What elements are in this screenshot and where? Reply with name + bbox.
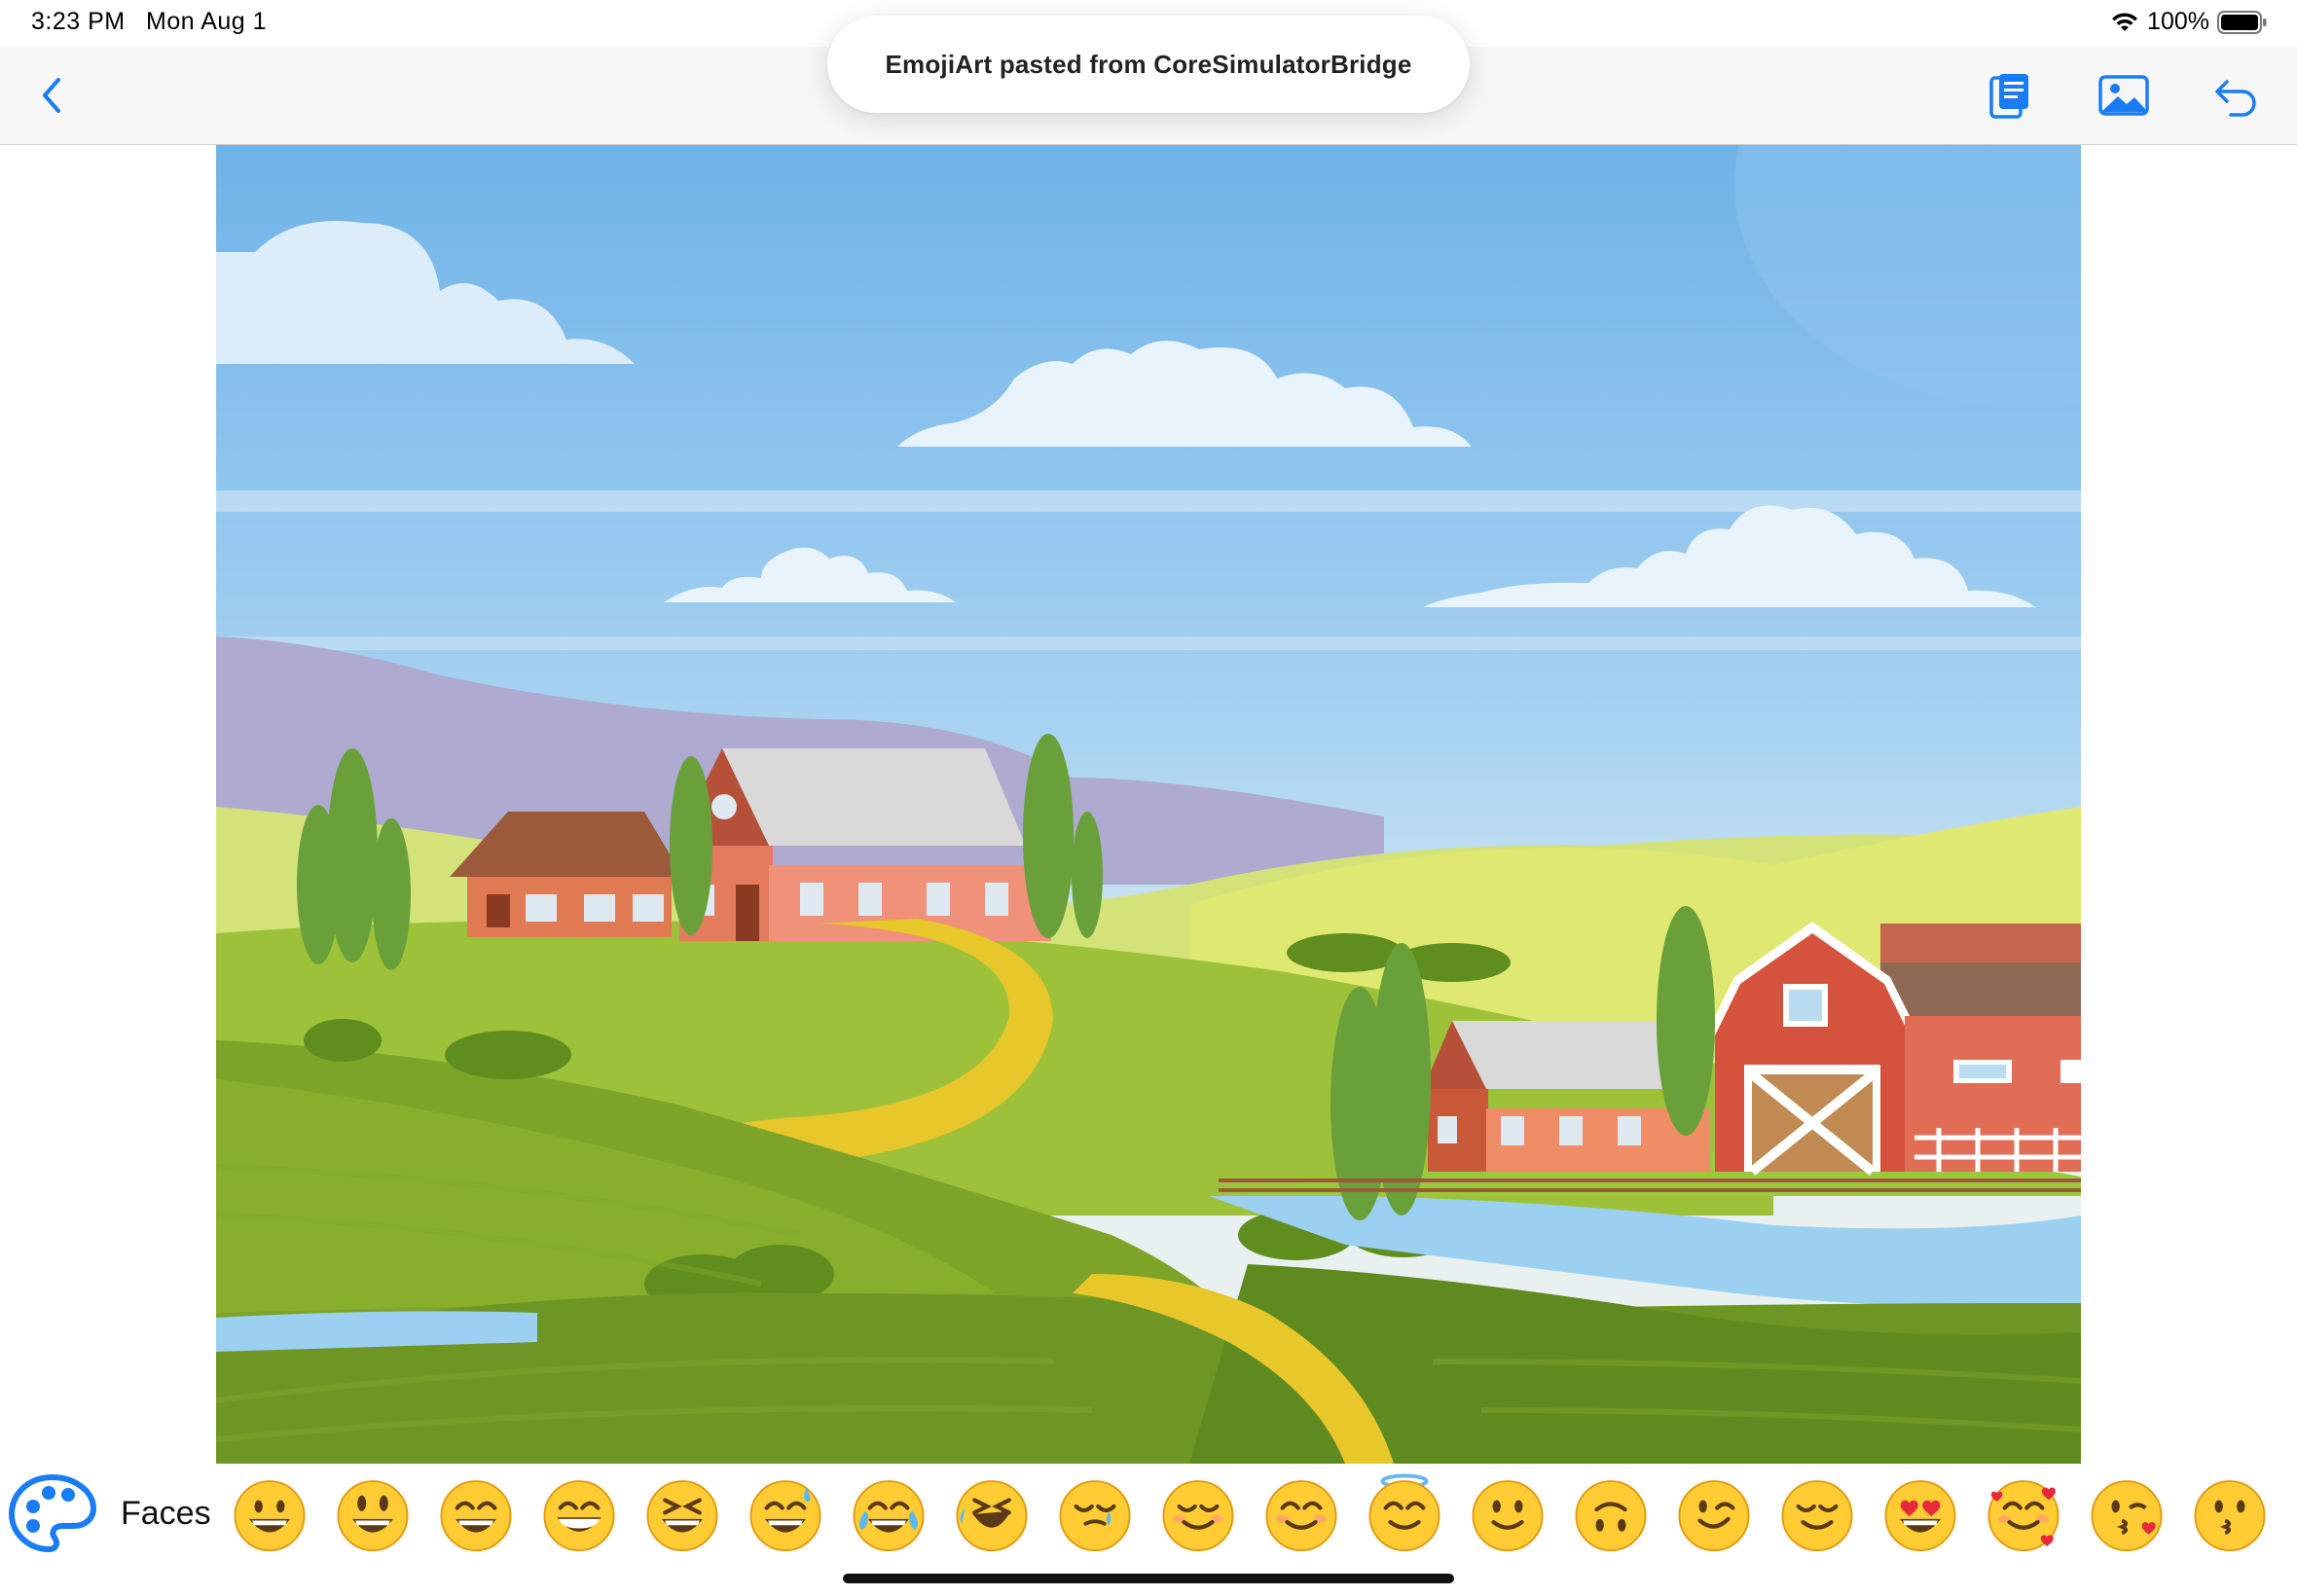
emoji-face-icon [1575, 1480, 1647, 1552]
emoji-item[interactable] [218, 1466, 321, 1563]
photo-button[interactable] [2096, 68, 2151, 123]
emoji-face-icon [956, 1480, 1028, 1552]
emoji-face-icon [646, 1480, 718, 1552]
red-barn [1705, 922, 2081, 1176]
emoji-item[interactable] [528, 1466, 631, 1563]
emoji-item[interactable] [734, 1466, 837, 1563]
emoji-face-icon [1678, 1480, 1750, 1552]
emoji-row [218, 1466, 2281, 1563]
emoji-item[interactable] [1869, 1466, 1972, 1563]
emoji-item[interactable] [1147, 1466, 1250, 1563]
emoji-item[interactable] [1456, 1466, 1559, 1563]
paintpalette-icon[interactable] [6, 1468, 99, 1561]
home-indicator [843, 1574, 1454, 1583]
emoji-face-icon [2194, 1480, 2266, 1552]
emoji-face-icon [1368, 1473, 1440, 1552]
house-center [674, 748, 1051, 941]
emoji-face-icon [1162, 1480, 1234, 1552]
emoji-item[interactable] [1972, 1466, 2075, 1563]
back-button[interactable] [33, 70, 70, 121]
emoji-item[interactable] [2075, 1466, 2178, 1563]
emoji-face-icon [1059, 1480, 1131, 1552]
emoji-item[interactable] [424, 1466, 528, 1563]
emoji-item[interactable] [940, 1466, 1043, 1563]
emoji-face-icon [1781, 1480, 1853, 1552]
emoji-face-icon [1472, 1480, 1544, 1552]
emoji-face-icon [1265, 1480, 1337, 1552]
emoji-item[interactable] [1250, 1466, 1353, 1563]
emoji-face-icon [1987, 1480, 2060, 1552]
emoji-item[interactable] [1353, 1466, 1456, 1563]
emoji-face-icon [749, 1480, 821, 1552]
background-image [216, 145, 2081, 1464]
emoji-item[interactable] [1559, 1466, 1662, 1563]
toast-message: EmojiArt pasted from CoreSimulatorBridge [885, 49, 1412, 79]
emoji-palette: Faces [0, 1466, 2297, 1563]
paste-button[interactable] [1982, 68, 2036, 123]
emoji-face-icon [853, 1480, 925, 1552]
emoji-face-icon [234, 1480, 306, 1552]
status-date: Mon Aug 1 [146, 8, 268, 35]
wifi-icon [2112, 12, 2138, 31]
document-canvas[interactable] [216, 145, 2081, 1464]
emoji-item[interactable] [1766, 1466, 1869, 1563]
battery-icon [2217, 10, 2267, 34]
palette-name[interactable]: Faces [121, 1495, 211, 1533]
emoji-face-icon [2091, 1480, 2163, 1552]
emoji-face-icon [1884, 1480, 1956, 1552]
status-time: 3:23 PM [31, 8, 126, 35]
emoji-item[interactable] [1043, 1466, 1147, 1563]
emoji-item[interactable] [837, 1466, 940, 1563]
emoji-item[interactable] [321, 1466, 424, 1563]
paste-toast: EmojiArt pasted from CoreSimulatorBridge [827, 16, 1470, 113]
status-indicators: 100% [2110, 8, 2268, 36]
undo-button[interactable] [2209, 68, 2264, 123]
emoji-face-icon [440, 1480, 512, 1552]
emoji-item[interactable] [631, 1466, 734, 1563]
battery-percentage: 100% [2147, 8, 2209, 35]
emoji-face-icon [337, 1480, 409, 1552]
emoji-face-icon [543, 1480, 615, 1552]
emoji-item[interactable] [1662, 1466, 1766, 1563]
emoji-item[interactable] [2178, 1466, 2281, 1563]
